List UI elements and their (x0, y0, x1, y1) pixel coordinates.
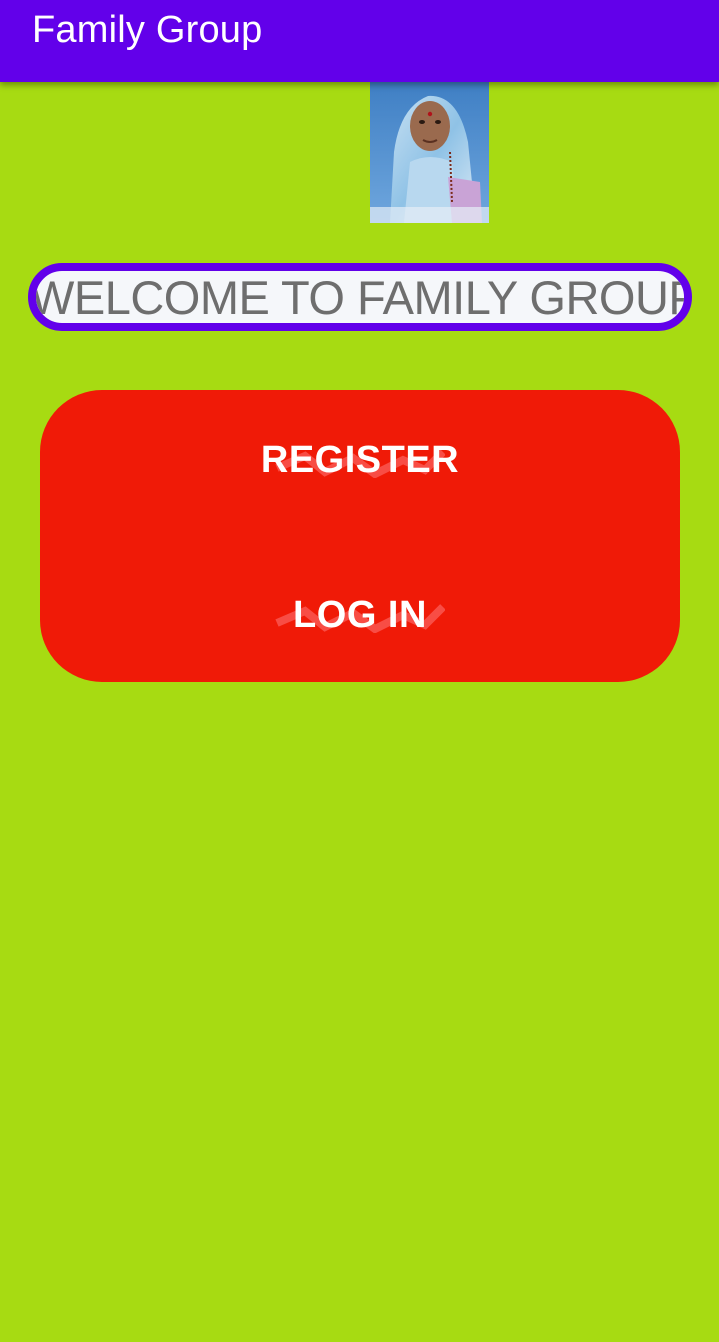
login-button-label: LOG IN (293, 593, 427, 636)
profile-photo-image (370, 82, 489, 223)
profile-photo (370, 82, 489, 223)
welcome-text: WELCOME TO FAMILY GROUP (30, 271, 692, 324)
welcome-text-field[interactable]: WELCOME TO FAMILY GROUP (28, 263, 692, 331)
app-bar: Family Group (0, 0, 719, 82)
login-button[interactable]: LOG IN (40, 575, 680, 655)
register-button-label: REGISTER (260, 438, 460, 481)
app-title: Family Group (32, 9, 263, 51)
register-button[interactable]: REGISTER (40, 420, 680, 500)
